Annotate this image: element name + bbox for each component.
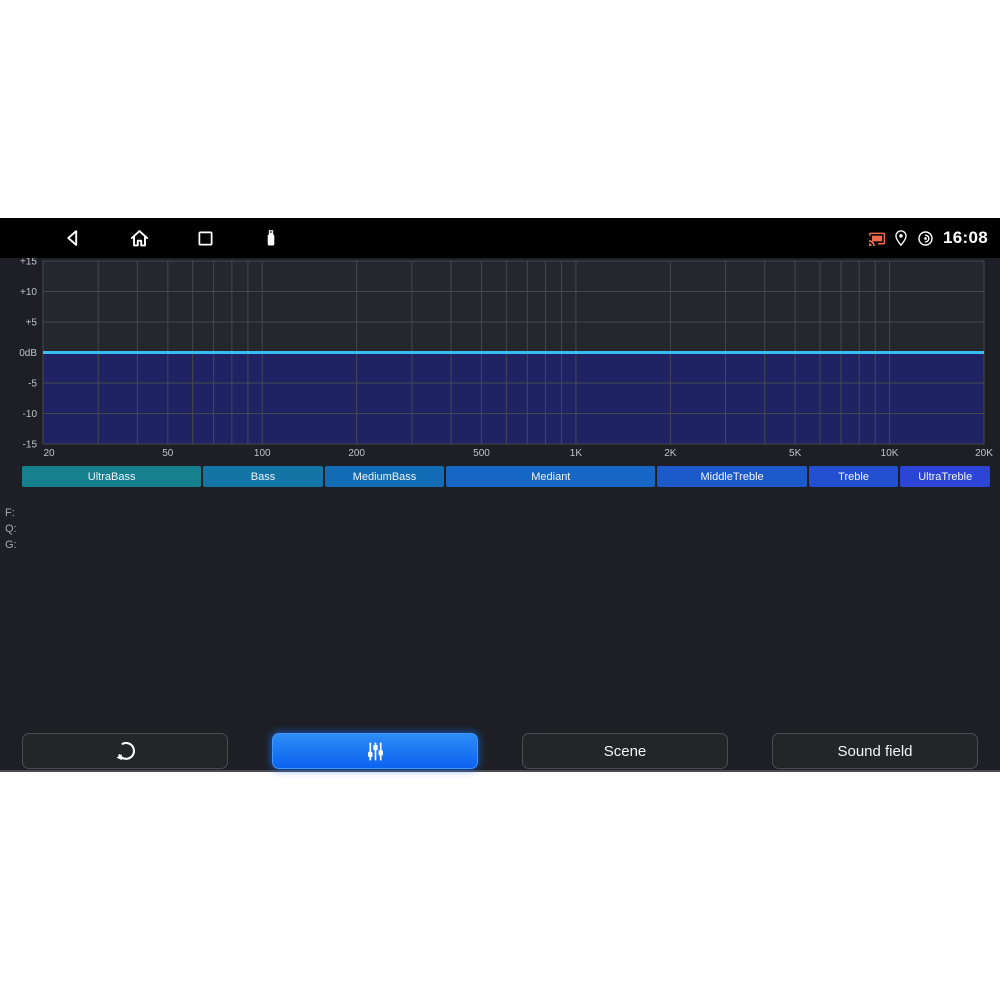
recents-button[interactable]: [193, 226, 217, 250]
x-tick-label: 1K: [570, 448, 583, 459]
y-tick-label: +5: [26, 318, 38, 329]
bottom-button-bar: Scene Sound field: [22, 733, 978, 769]
scene-button-label: Scene: [604, 743, 647, 760]
x-tick-label: 2K: [664, 448, 677, 459]
screen-cast-icon: [867, 229, 886, 248]
x-tick-label: 20K: [975, 448, 993, 459]
band-row: UltraBassBassMediumBassMediantMiddleTreb…: [22, 466, 990, 487]
clock: 16:08: [943, 228, 988, 248]
x-tick-label: 5K: [789, 448, 802, 459]
band-label-mediumbass: MediumBass: [325, 466, 445, 487]
status-indicators: 16:08: [867, 218, 988, 258]
nav-bar: [61, 218, 283, 258]
band-label-bass: Bass: [203, 466, 323, 487]
back-button[interactable]: [61, 226, 85, 250]
rotate-ccw-icon: [113, 739, 138, 764]
band-label-middletreble: MiddleTreble: [657, 466, 806, 487]
y-tick-label: -15: [23, 440, 38, 451]
scene-button[interactable]: Scene: [522, 733, 728, 769]
eq-plot-svg: +15 +10 +5 0dB -5 -10 -15 20 50 100 200 500 1K 2K 5K 10…: [0, 258, 1000, 462]
sound-field-button[interactable]: Sound field: [772, 733, 978, 769]
y-tick-label: +10: [20, 287, 37, 298]
x-tick-label: 20: [43, 448, 55, 459]
home-button[interactable]: [127, 226, 151, 250]
usb-button[interactable]: [259, 226, 283, 250]
q-row-label: Q:: [5, 522, 21, 538]
freq-row-label: F:: [5, 506, 21, 522]
y-tick-label: 0dB: [19, 348, 37, 359]
sound-field-button-label: Sound field: [837, 743, 912, 760]
band-label-ultratreble: UltraTreble: [900, 466, 990, 487]
location-icon: [892, 229, 910, 247]
usb-drive-icon: [260, 227, 282, 249]
band-label-treble: Treble: [809, 466, 899, 487]
y-tick-label: +15: [20, 258, 37, 268]
equalizer-screen: 16:08 +15 +10 +5 0dB -5 -10 -15 20 50 100 200 500 1K…: [0, 218, 1000, 772]
band-label-ultrabass: UltraBass: [22, 466, 201, 487]
x-tick-label: 100: [254, 448, 271, 459]
sliders-icon: [363, 739, 388, 764]
reset-button[interactable]: [22, 733, 228, 769]
gain-row-label: G:: [5, 538, 21, 554]
back-icon: [62, 227, 84, 249]
recents-icon: [195, 228, 216, 249]
x-tick-label: 50: [162, 448, 174, 459]
band-label-mediant: Mediant: [446, 466, 655, 487]
eq-response-graph: +15 +10 +5 0dB -5 -10 -15 20 50 100 200 500 1K 2K 5K 10…: [0, 258, 1000, 462]
x-tick-label: 500: [473, 448, 490, 459]
x-tick-label: 200: [348, 448, 365, 459]
equalizer-button[interactable]: [272, 733, 478, 769]
status-bar: 16:08: [0, 218, 1000, 258]
param-row-labels: F: Q: G:: [5, 506, 21, 554]
home-icon: [128, 227, 151, 250]
x-tick-label: 10K: [881, 448, 899, 459]
y-tick-label: -5: [28, 379, 37, 390]
y-tick-label: -10: [23, 409, 38, 420]
hotspot-icon: [916, 229, 935, 248]
